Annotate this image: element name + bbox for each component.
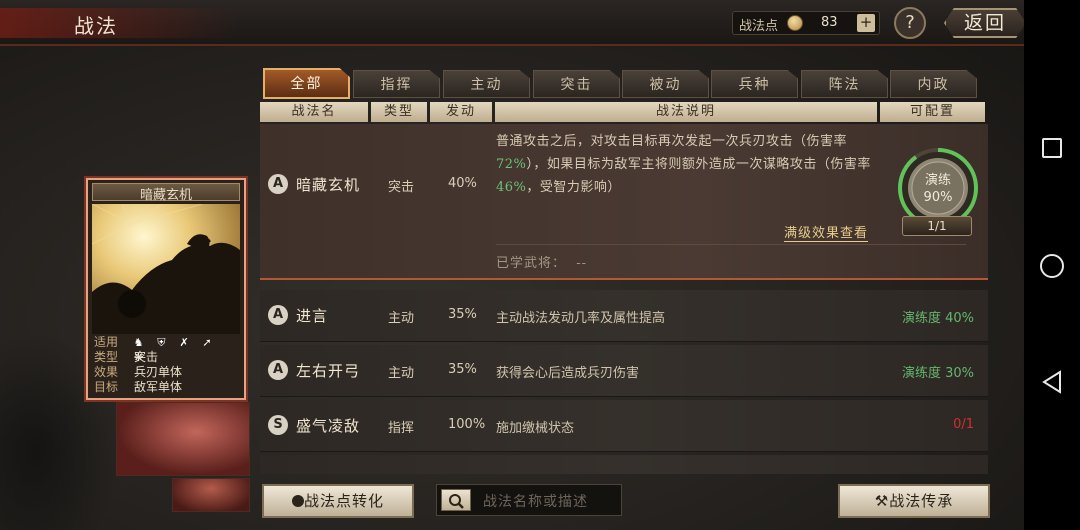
gauge-label: 演练	[925, 172, 951, 188]
table-row-partial[interactable]	[260, 455, 988, 474]
tactic-type: 主动	[388, 311, 415, 326]
page-title: 战法	[74, 14, 118, 38]
table-row[interactable]: A 进言 主动 35% 主动战法发动几率及属性提高 演练度 40%	[260, 290, 988, 342]
top-bar: 战法 战法点 83 + ? 返回	[0, 0, 1026, 46]
tab-internal[interactable]: 内政	[890, 70, 977, 98]
spear-icon: ➚	[202, 336, 212, 349]
tactic-points-label: 战法点	[739, 19, 779, 34]
card-artwork	[92, 204, 240, 334]
practice-level: 演练度 30%	[901, 366, 974, 381]
tactic-description: 获得会心后造成兵刃伤害	[496, 366, 640, 381]
tab-assault[interactable]: 突击	[533, 70, 620, 98]
table-row[interactable]: A 左右开弓 主动 35% 获得会心后造成兵刃伤害 演练度 30%	[260, 345, 988, 397]
tactic-name: 暗藏玄机	[296, 176, 361, 194]
gauge-value: 90%	[924, 190, 953, 205]
recent-apps-icon[interactable]	[1042, 138, 1062, 158]
card-target: 敌军单体	[134, 380, 183, 394]
tactic-points-box: 战法点 83 +	[732, 11, 880, 35]
tactic-type: 指挥	[388, 421, 415, 436]
stacked-card-art	[116, 402, 250, 476]
grade-badge: A	[268, 360, 288, 380]
practice-level: 演练度 40%	[901, 311, 974, 326]
tactic-type: 主动	[388, 366, 415, 381]
tactic-rate: 35%	[448, 307, 477, 322]
tactic-rate: 100%	[448, 417, 486, 432]
coin-icon	[787, 15, 803, 31]
effect-key: 效果	[94, 365, 119, 379]
type-key: 类型	[94, 350, 119, 364]
tab-command[interactable]: 指挥	[353, 70, 440, 98]
tactic-description: 普通攻击之后，对攻击目标再次发起一次兵刃攻击（伤害率72%），如果目标为敌军主将…	[496, 134, 871, 195]
config-count: 0/1	[953, 417, 974, 432]
tactic-type: 突击	[388, 180, 415, 195]
tactic-card: 暗藏玄机 适用 ♞ ⛨ ✗ ➚ ❋ 类型 突击 效果 兵刃单体 目标 敌军单体	[86, 178, 246, 400]
grade-badge: A	[268, 174, 288, 194]
card-type: 突击	[134, 350, 159, 364]
coin-icon	[291, 495, 304, 507]
tab-troop[interactable]: 兵种	[711, 70, 798, 98]
convert-points-button[interactable]: 战法点转化	[262, 484, 414, 518]
table-row[interactable]: S 盛气凌敌 指挥 100% 施加缴械状态 0/1	[260, 400, 988, 452]
tactic-description: 施加缴械状态	[496, 421, 575, 436]
search-placeholder: 战法名称或描述	[483, 494, 588, 510]
column-desc: 战法说明	[495, 102, 877, 122]
card-info: 适用 ♞ ⛨ ✗ ➚ ❋ 类型 突击 效果 兵刃单体 目标 敌军单体	[92, 334, 240, 396]
home-icon[interactable]	[1040, 254, 1064, 278]
grade-badge: S	[268, 415, 288, 435]
level-plate: 1/1	[902, 216, 972, 236]
bow-icon: ✗	[179, 336, 189, 349]
tactic-description: 主动战法发动几率及属性提高	[496, 311, 666, 326]
search-icon[interactable]	[441, 489, 471, 511]
card-title: 暗藏玄机	[92, 183, 240, 203]
tactic-name: 进言	[296, 307, 329, 325]
tactic-rate: 40%	[448, 176, 477, 191]
tab-all[interactable]: 全部	[263, 68, 350, 99]
column-type: 类型	[371, 102, 427, 122]
tactic-name: 左右开弓	[296, 362, 361, 380]
tactic-points-value: 83	[821, 15, 838, 30]
learned-generals: 已学武将： --	[496, 256, 588, 271]
tactic-list[interactable]: A 暗藏玄机 突击 40% 普通攻击之后，对攻击目标再次发起一次兵刃攻击（伤害率…	[260, 124, 988, 474]
grade-badge: A	[268, 305, 288, 325]
back-button[interactable]: 返回	[944, 8, 1026, 38]
inherit-tactic-button[interactable]: ⚒战法传承	[838, 484, 990, 518]
search-input[interactable]: 战法名称或描述	[436, 484, 622, 516]
cavalry-icon: ♞	[133, 336, 144, 349]
card-effect: 兵刃单体	[134, 365, 183, 379]
tab-formation[interactable]: 阵法	[801, 70, 888, 98]
full-level-effect-link[interactable]: 满级效果查看	[784, 222, 869, 242]
stacked-card-art	[172, 478, 250, 512]
tactic-name: 盛气凌敌	[296, 417, 361, 435]
tab-active[interactable]: 主动	[443, 70, 530, 98]
shield-icon: ⛨	[157, 336, 166, 349]
system-nav-bar	[1024, 0, 1080, 530]
help-button[interactable]: ?	[894, 7, 926, 39]
hammer-icon: ⚒	[874, 492, 890, 510]
target-key: 目标	[94, 380, 119, 394]
column-rate: 发动	[430, 102, 492, 122]
tactic-rate: 35%	[448, 362, 477, 377]
table-row-selected[interactable]: A 暗藏玄机 突击 40% 普通攻击之后，对攻击目标再次发起一次兵刃攻击（伤害率…	[260, 124, 988, 280]
tab-passive[interactable]: 被动	[622, 70, 709, 98]
add-points-button[interactable]: +	[857, 14, 875, 32]
apply-key: 适用	[94, 335, 119, 349]
column-name: 战法名	[260, 102, 368, 122]
back-triangle-icon[interactable]	[1041, 370, 1063, 394]
column-config: 可配置	[880, 102, 985, 122]
